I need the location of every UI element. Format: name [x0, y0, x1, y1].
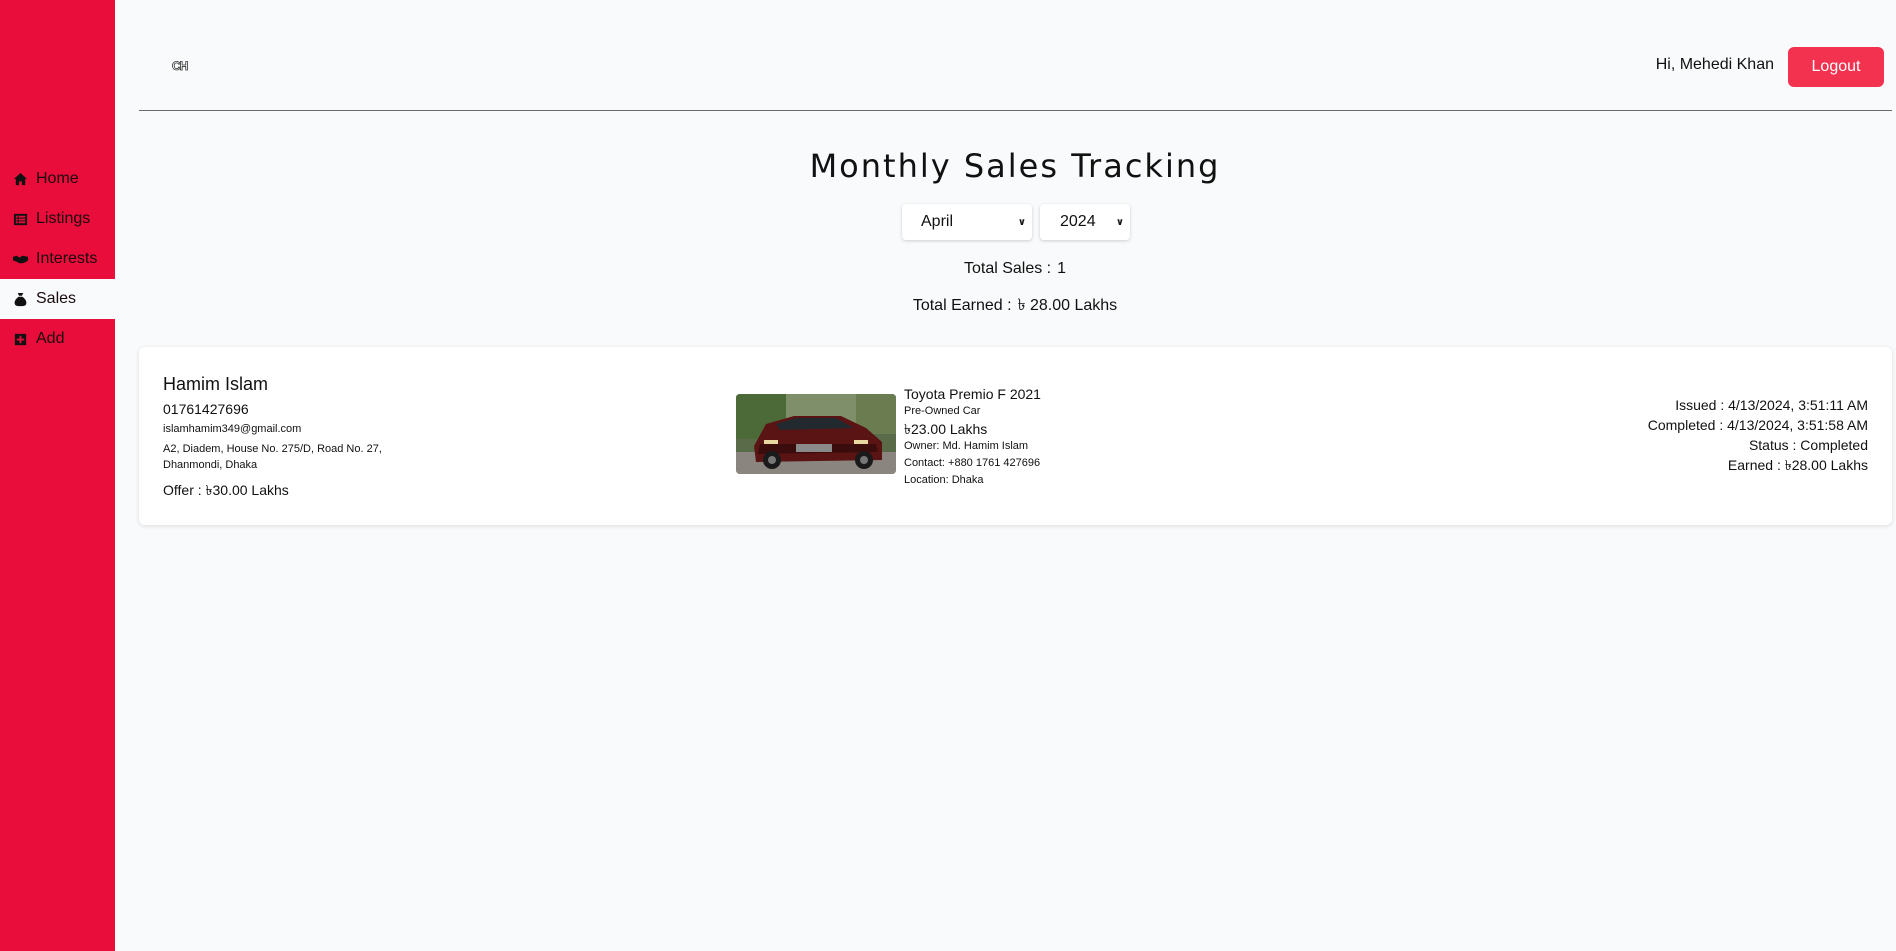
total-earned: Total Earned : ৳ 28.00 Lakhs [115, 292, 1896, 319]
user-greeting: Hi, Mehedi Khan [1655, 56, 1774, 73]
car-name: Toyota Premio F 2021 [904, 386, 1041, 402]
car-price: ৳23.00 Lakhs [904, 421, 988, 437]
logout-button[interactable]: Logout [1788, 47, 1884, 87]
chevron-down-icon: ∨ [1115, 216, 1124, 228]
page-title: Monthly Sales Tracking [809, 147, 1221, 185]
sidebar-item-label: Add [36, 330, 65, 347]
brand-logo[interactable]: CH [172, 59, 192, 75]
chevron-down-icon: ∨ [1017, 216, 1026, 228]
car-image [736, 394, 896, 474]
buyer-address: A2, Diadem, House No. 275/D, Road No. 27… [163, 443, 382, 471]
total-sales: Total Sales : 1 [115, 260, 1896, 278]
sidebar-item-home[interactable]: Home [0, 159, 115, 199]
sidebar-item-interests[interactable]: Interests [0, 239, 115, 279]
sale-status: Issued : 4/13/2024, 3:51:11 AM Completed… [1648, 395, 1868, 475]
sidebar-item-listings[interactable]: Listings [0, 199, 115, 239]
list-icon [12, 211, 28, 227]
year-select-value: 2024 [1060, 213, 1096, 230]
date-filters: April ∨ 2024 ∨ [902, 204, 1130, 240]
sidebar: Home Listings Interests Sales Add [0, 0, 115, 951]
plus-square-icon [12, 331, 28, 347]
sidebar-item-label: Listings [36, 210, 91, 227]
offer-amount: Offer : ৳30.00 Lakhs [163, 482, 289, 498]
completed-date: Completed : 4/13/2024, 3:51:58 AM [1647, 417, 1868, 433]
sidebar-item-sales[interactable]: Sales [0, 279, 115, 319]
buyer-info: Hamim Islam 01761427696 islamhamim349@gm… [163, 373, 383, 503]
car-contact: Contact: +880 1761 427696 [904, 457, 1041, 469]
total-sales-value: 1 [1057, 260, 1067, 277]
month-select-value: April [921, 213, 954, 230]
month-select[interactable]: April ∨ [902, 204, 1032, 240]
sidebar-item-label: Interests [36, 250, 98, 267]
money-bag-icon [12, 291, 28, 307]
buyer-phone: 01761427696 [163, 401, 249, 417]
total-earned-value: ৳ 28.00 Lakhs [1017, 297, 1118, 314]
car-condition: Pre-Owned Car [904, 405, 981, 417]
buyer-email: islamhamim349@gmail.com [163, 423, 302, 435]
sidebar-item-label: Home [36, 170, 79, 187]
sidebar-item-label: Sales [36, 290, 77, 307]
year-select[interactable]: 2024 ∨ [1040, 204, 1130, 240]
home-icon [12, 171, 28, 187]
total-sales-label: Total Sales : [963, 260, 1052, 277]
status-text: Status : Completed [1748, 437, 1868, 453]
car-info: Toyota Premio F 2021 Pre-Owned Car ৳23.0… [904, 385, 1041, 489]
sidebar-item-add[interactable]: Add [0, 319, 115, 359]
car-owner: Owner: Md. Hamim Islam [904, 440, 1029, 452]
main-content: CH Hi, Mehedi Khan Logout Monthly Sales … [115, 0, 1896, 951]
car-location: Location: Dhaka [904, 474, 984, 486]
earned-amount: Earned : ৳28.00 Lakhs [1727, 457, 1868, 473]
handshake-icon [12, 251, 28, 267]
top-bar: CH Hi, Mehedi Khan Logout [139, 0, 1892, 111]
issued-date: Issued : 4/13/2024, 3:51:11 AM [1675, 397, 1868, 413]
total-earned-label: Total Earned : [912, 297, 1012, 314]
sale-card: Hamim Islam 01761427696 islamhamim349@gm… [139, 347, 1892, 525]
sidebar-nav: Home Listings Interests Sales Add [0, 159, 115, 359]
buyer-name: Hamim Islam [163, 374, 269, 394]
